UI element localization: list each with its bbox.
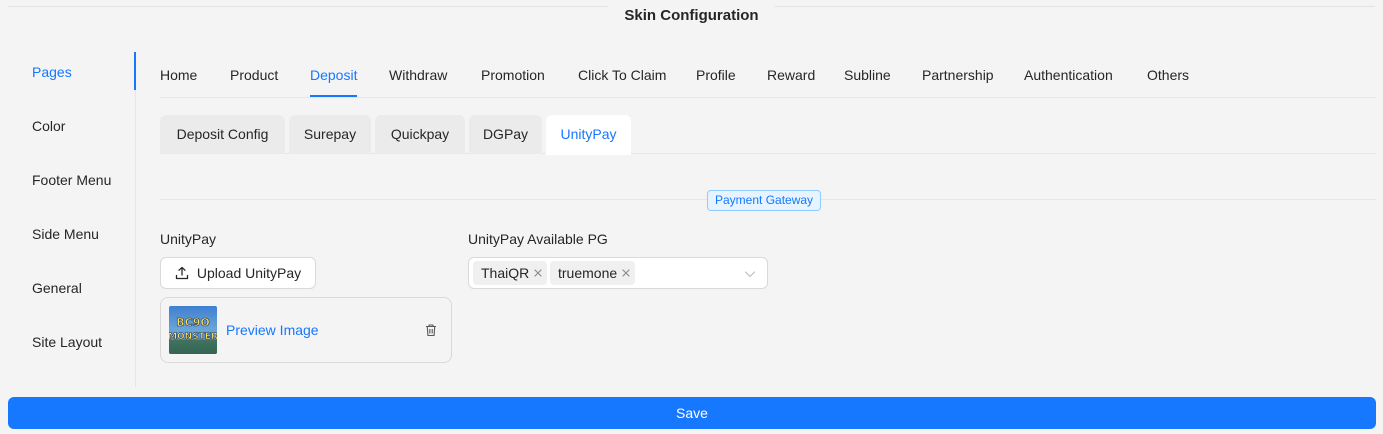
selected-tag-label: truemone <box>558 265 618 281</box>
payment-gateway-tag: Payment Gateway <box>707 190 822 211</box>
tab-click-to-claim[interactable]: Click To Claim <box>578 56 666 96</box>
tab-promotion[interactable]: Promotion <box>481 56 545 96</box>
tab-deposit[interactable]: Deposit <box>310 56 358 97</box>
upload-button-label: Upload UnityPay <box>196 265 302 281</box>
upload-icon <box>175 266 189 280</box>
selected-tag-truemone: truemone <box>550 261 636 285</box>
tab-home[interactable]: Home <box>160 56 197 96</box>
selected-tag-label: ThaiQR <box>481 265 530 281</box>
header-divider-right <box>775 6 1375 7</box>
tab-partnership[interactable]: Partnership <box>922 56 994 96</box>
available-pg-select[interactable]: ThaiQR truemone <box>468 257 768 289</box>
tab-subline[interactable]: Subline <box>844 56 891 96</box>
tab-others[interactable]: Others <box>1147 56 1189 96</box>
payment-subtabs: Deposit Config Surepay Quickpay DGPay Un… <box>160 115 1376 155</box>
chevron-down-icon <box>744 271 756 278</box>
selected-tag-thaiqr: ThaiQR <box>473 261 548 285</box>
sidebar-item-side-menu[interactable]: Side Menu <box>32 216 99 252</box>
unitypay-label: UnityPay <box>160 231 217 247</box>
subtab-quickpay[interactable]: Quickpay <box>375 115 465 154</box>
subtab-dgpay[interactable]: DGPay <box>469 115 542 154</box>
svg-text:BC9O: BC9O <box>176 316 209 329</box>
close-icon[interactable] <box>533 268 543 278</box>
preview-thumbnail[interactable]: BC9O MONSTER <box>169 306 217 354</box>
tab-reward[interactable]: Reward <box>767 56 815 96</box>
tab-withdraw[interactable]: Withdraw <box>389 56 447 96</box>
uploaded-file-item: BC9O MONSTER Preview Image <box>160 297 452 363</box>
subtab-deposit-config[interactable]: Deposit Config <box>160 115 285 154</box>
sidebar-item-general[interactable]: General <box>32 270 82 306</box>
svg-text:MONSTER: MONSTER <box>169 332 217 342</box>
preview-image-link[interactable]: Preview Image <box>226 322 319 338</box>
subtab-unitypay[interactable]: UnityPay <box>546 115 631 155</box>
sidebar-item-site-layout[interactable]: Site Layout <box>32 324 102 360</box>
tab-profile[interactable]: Profile <box>696 56 736 96</box>
sidebar-item-footer-menu[interactable]: Footer Menu <box>32 162 111 198</box>
page-tabs: Home Product Deposit Withdraw Promotion … <box>160 56 1376 98</box>
page-header: Skin Configuration <box>0 0 1383 32</box>
available-pg-label: UnityPay Available PG <box>468 231 608 247</box>
close-icon[interactable] <box>621 268 631 278</box>
sidebar-menu: Pages Color Footer Menu Side Menu Genera… <box>0 52 136 387</box>
save-button[interactable]: Save <box>8 397 1376 429</box>
page-title: Skin Configuration <box>624 7 759 24</box>
tab-authentication[interactable]: Authentication <box>1024 56 1113 96</box>
trash-icon[interactable] <box>424 323 438 337</box>
sidebar-item-color[interactable]: Color <box>32 108 65 144</box>
tab-product[interactable]: Product <box>230 56 278 96</box>
upload-unitypay-button[interactable]: Upload UnityPay <box>160 257 316 289</box>
subtab-surepay[interactable]: Surepay <box>289 115 371 154</box>
sidebar-active-indicator <box>134 52 136 90</box>
sidebar-item-pages[interactable]: Pages <box>32 54 72 90</box>
